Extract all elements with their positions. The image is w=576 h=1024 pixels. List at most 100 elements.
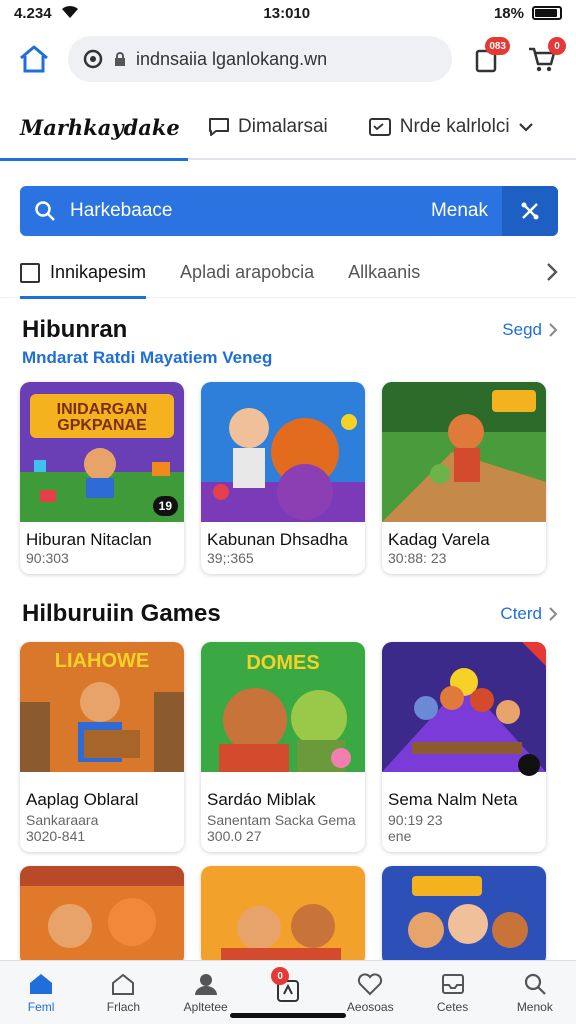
nav-explore-label: Frlach: [106, 999, 141, 1014]
section-2-link-label: Cterd: [500, 604, 542, 623]
home-button[interactable]: [12, 37, 56, 81]
nav-categories-label: Cetes: [436, 999, 469, 1014]
nav-badge: 0: [271, 967, 290, 985]
card-icon: [368, 118, 391, 136]
heart-icon: [358, 972, 383, 995]
game-card[interactable]: INIDARGAN GPKPANAE 19 Hiburan Nitaclan 9…: [20, 382, 184, 574]
section-2-header: Hilburuiin Games Cterd: [22, 600, 558, 628]
game-banner-text: INIDARGAN GPKPANAE: [56, 401, 148, 434]
game-thumbnail: [201, 382, 365, 522]
game-card[interactable]: LIAHOWE Aaplag Oblaral Sankaraara 3020-8…: [20, 642, 184, 852]
user-icon: [194, 973, 217, 995]
game-card[interactable]: Sema Nalm Neta 90:19 23 ene: [382, 642, 546, 852]
game-thumbnail: [201, 866, 365, 966]
search-button[interactable]: Menak: [417, 200, 502, 222]
nav-search[interactable]: Menok: [494, 961, 576, 1024]
url-text: indnsaiia lganlokang.wn: [136, 48, 328, 69]
game-thumbnail: [382, 382, 546, 522]
inbox-icon: [441, 973, 464, 994]
section-1-subtitle: Mndarat Ratdi Mayatiem Veneg: [22, 348, 273, 367]
chevron-right-icon[interactable]: [546, 262, 558, 282]
game-subtitle: 90:19 23: [388, 812, 443, 828]
game-meta: ene: [388, 828, 412, 844]
duration-badge: 19: [152, 496, 178, 516]
search-input[interactable]: Harkebaace: [70, 200, 417, 222]
tab-secondary[interactable]: Dimalarsai: [188, 95, 348, 159]
game-card[interactable]: [20, 866, 184, 966]
url-bar[interactable]: indnsaiia lganlokang.wn: [68, 36, 452, 82]
filter-tab-1[interactable]: Innikapesim: [20, 248, 147, 299]
section-1-link-label: Segd: [502, 320, 542, 339]
game-meta: 90:303: [26, 550, 69, 566]
play-icon[interactable]: [518, 754, 540, 776]
home-icon: [30, 973, 53, 994]
nav-home-label: Feml: [27, 999, 55, 1014]
chat-icon: [209, 118, 229, 136]
tabs-button[interactable]: 083: [464, 37, 510, 81]
home-icon: [20, 45, 48, 73]
game-title: Kabunan Dhsadha: [207, 530, 348, 549]
browser-toolbar: indnsaiia lganlokang.wn 083 0: [0, 30, 576, 88]
tab-brand[interactable]: Marhkaydake: [0, 95, 188, 161]
search-bar: Harkebaace Menak: [20, 186, 558, 236]
search-icon: [20, 200, 70, 222]
game-card[interactable]: [201, 866, 365, 966]
house-outline-icon: [112, 973, 135, 995]
section-2-cards: LIAHOWE Aaplag Oblaral Sankaraara 3020-8…: [20, 642, 560, 852]
nav-search-label: Menok: [516, 999, 553, 1014]
tab-tertiary-label: Nrde kalrlolci: [399, 116, 510, 137]
nav-categories[interactable]: Cetes: [411, 961, 493, 1024]
game-thumbnail: [382, 642, 546, 782]
status-time: 4.234: [14, 4, 52, 22]
game-meta: 39;:365: [207, 550, 254, 566]
section-1-title: Hibunran: [22, 316, 128, 343]
filter-tab-2[interactable]: Apladi arapobcia: [180, 248, 314, 298]
checkbox-icon[interactable]: [20, 262, 40, 283]
tabs-badge: 083: [485, 37, 510, 55]
bottom-nav: Feml Frlach Apltetee 0 Aeosoas Cetes Men…: [0, 960, 576, 1024]
game-card[interactable]: DOMES Sardáo Miblak Sanentam Sacka Gema …: [201, 642, 365, 852]
section-1-header: Hibunran Segd: [22, 316, 558, 344]
filter-tools-button[interactable]: [502, 186, 558, 236]
tab-tertiary[interactable]: Nrde kalrlolci: [348, 95, 554, 159]
nav-explore[interactable]: Frlach: [82, 961, 164, 1024]
battery-icon: [531, 6, 562, 20]
status-clock: 13:010: [263, 4, 311, 22]
game-meta: 300.0 27: [207, 828, 262, 844]
nav-favorites-label: Aeosoas: [346, 999, 394, 1014]
game-subtitle: Sanentam Sacka Gema: [207, 812, 356, 828]
section-2-see-all[interactable]: Cterd: [500, 604, 558, 624]
wifi-icon: [60, 3, 80, 23]
cart-badge: 0: [548, 37, 566, 55]
game-card[interactable]: Kabunan Dhsadha 39;:365: [201, 382, 365, 574]
home-indicator[interactable]: [230, 1013, 346, 1018]
filter-tab-1-label: Innikapesim: [50, 262, 147, 282]
game-banner-text: LIAHOWE: [54, 650, 150, 672]
game-card[interactable]: [382, 866, 546, 966]
tab-secondary-label: Dimalarsai: [238, 116, 328, 137]
game-meta: 30:88: 23: [388, 550, 447, 566]
top-tabs: Marhkaydake Dimalarsai Nrde kalrlolci: [0, 95, 576, 161]
chevron-down-icon[interactable]: [518, 122, 534, 132]
section-1-see-all[interactable]: Segd: [502, 320, 558, 340]
game-title: Sema Nalm Neta: [388, 790, 518, 809]
site-settings-icon[interactable]: [82, 48, 104, 70]
game-thumbnail: [382, 866, 546, 966]
game-thumbnail: LIAHOWE: [20, 642, 184, 782]
game-meta: 3020-841: [26, 828, 86, 844]
tools-icon: [521, 202, 539, 220]
section-2-title: Hilburuiin Games: [22, 600, 221, 627]
cart-button[interactable]: 0: [520, 37, 566, 81]
section-3-cards: [20, 866, 560, 966]
game-title: Sardáo Miblak: [207, 790, 316, 809]
chevron-right-icon: [549, 323, 558, 337]
filter-tab-3[interactable]: Allkaanis: [348, 248, 420, 298]
status-bar: 4.234 13:010 18%: [0, 0, 576, 26]
game-thumbnail: [20, 866, 184, 966]
nav-home[interactable]: Feml: [0, 961, 82, 1024]
game-subtitle: Sankaraara: [26, 812, 99, 828]
filter-tabs: Innikapesim Apladi arapobcia Allkaanis: [0, 248, 576, 299]
section-1-cards: INIDARGAN GPKPANAE 19 Hiburan Nitaclan 9…: [20, 382, 560, 574]
game-card[interactable]: Kadag Varela 30:88: 23: [382, 382, 546, 574]
chevron-right-icon: [549, 607, 558, 621]
